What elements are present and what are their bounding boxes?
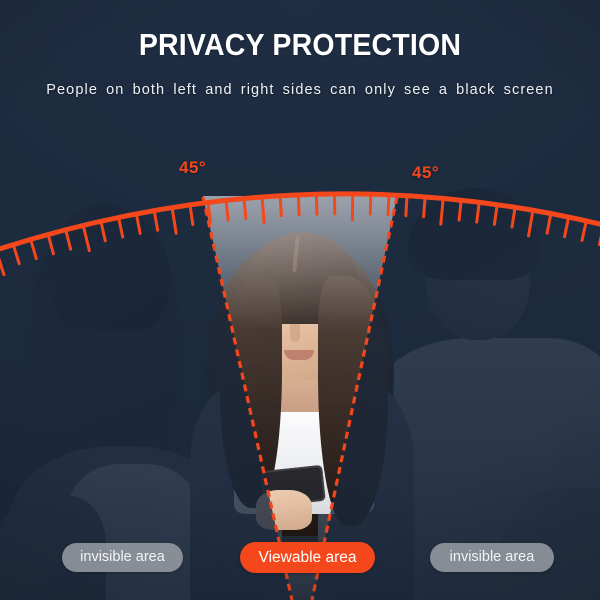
legend-pill-invisible-right[interactable]: invisible area bbox=[430, 543, 554, 572]
gauge-tick bbox=[527, 208, 535, 238]
gauge-tick bbox=[314, 192, 319, 216]
gauge-tick bbox=[64, 228, 73, 251]
cone-edge-left bbox=[201, 196, 294, 600]
gauge-tick bbox=[117, 215, 125, 239]
gauge-tick bbox=[439, 196, 445, 226]
gauge-tick bbox=[29, 237, 38, 261]
gauge-tick bbox=[563, 215, 571, 239]
gauge-tick bbox=[260, 195, 266, 225]
page-subtitle: People on both left and right sides can … bbox=[46, 82, 554, 98]
angle-label-right: 45° bbox=[412, 163, 440, 182]
cone-edge-right bbox=[310, 196, 399, 600]
gauge-tick bbox=[242, 197, 248, 220]
gauge-tick bbox=[580, 219, 588, 242]
gauge-tick bbox=[11, 243, 21, 266]
gauge-tick bbox=[296, 193, 301, 217]
gauge-tick bbox=[404, 194, 409, 218]
gauge-tick bbox=[278, 194, 283, 218]
gauge-tick bbox=[152, 209, 160, 232]
gauge-tick bbox=[134, 212, 142, 235]
gauge-tick bbox=[457, 198, 463, 222]
gauge-tick bbox=[99, 219, 107, 243]
gauge-tick bbox=[510, 205, 517, 229]
privacy-protection-infographic: PRIVACY PROTECTION People on both left a… bbox=[0, 0, 600, 600]
gauge-tick bbox=[545, 212, 553, 235]
gauge-tick bbox=[492, 203, 499, 226]
gauge-tick bbox=[206, 200, 212, 224]
gauge-tick bbox=[0, 257, 6, 277]
legend-pill-viewable-center[interactable]: Viewable area bbox=[240, 542, 375, 573]
gauge-tick bbox=[170, 206, 178, 235]
gauge-tick bbox=[81, 223, 91, 253]
gauge-tick bbox=[188, 203, 195, 227]
gauge-tick bbox=[422, 195, 427, 219]
angle-label-left: 45° bbox=[179, 158, 207, 177]
gauge-tick bbox=[46, 232, 55, 256]
legend-pill-invisible-left[interactable]: invisible area bbox=[62, 543, 183, 572]
gauge-tick bbox=[224, 198, 230, 222]
page-title: PRIVACY PROTECTION bbox=[138, 27, 462, 62]
gauge-tick bbox=[475, 200, 481, 224]
gauge-tick bbox=[386, 193, 391, 217]
